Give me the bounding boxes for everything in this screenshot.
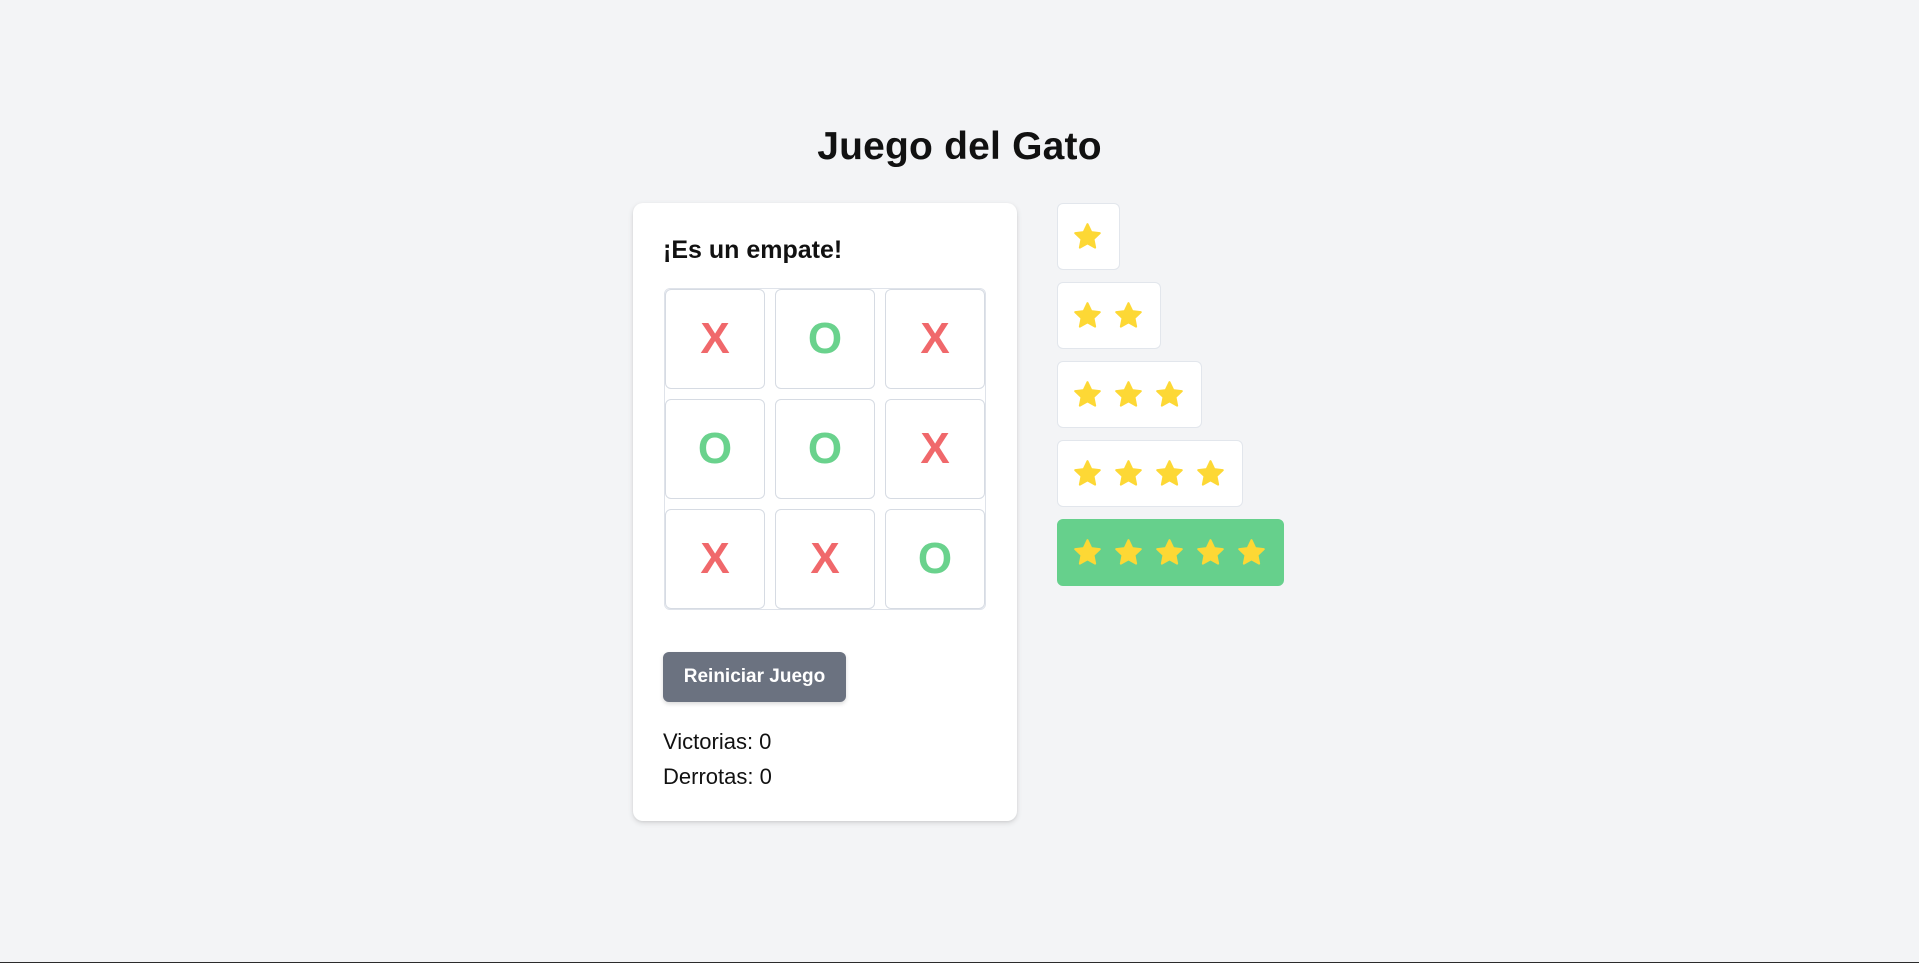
- board-cell-7[interactable]: X: [665, 509, 765, 609]
- star-icon: [1115, 460, 1142, 486]
- star-icon: [1074, 460, 1101, 486]
- star-icon: [1156, 460, 1183, 486]
- wins-counter: Victorias: 0: [663, 729, 772, 754]
- star-icon: [1074, 223, 1101, 249]
- game-status: ¡Es un empate!: [663, 236, 843, 264]
- board-cell-4[interactable]: O: [665, 399, 765, 499]
- rating-option-3-stars[interactable]: [1057, 361, 1202, 428]
- game-board: X O X O O X X X O: [664, 288, 986, 610]
- star-icon: [1197, 539, 1224, 565]
- star-icon: [1074, 539, 1101, 565]
- rating-option-2-stars[interactable]: [1057, 282, 1161, 349]
- game-card: ¡Es un empate! X O X O O X X X O Reinici…: [633, 203, 1017, 821]
- rating-option-4-stars[interactable]: [1057, 440, 1243, 507]
- star-icon: [1197, 460, 1224, 486]
- board-cell-3[interactable]: X: [885, 289, 985, 389]
- rating-option-5-stars[interactable]: [1057, 519, 1284, 586]
- board-cell-1[interactable]: X: [665, 289, 765, 389]
- star-icon: [1238, 539, 1265, 565]
- board-cell-2[interactable]: O: [775, 289, 875, 389]
- star-icon: [1115, 381, 1142, 407]
- losses-counter: Derrotas: 0: [663, 764, 772, 789]
- board-cell-8[interactable]: X: [775, 509, 875, 609]
- star-icon: [1115, 302, 1142, 328]
- star-icon: [1156, 381, 1183, 407]
- board-cell-5[interactable]: O: [775, 399, 875, 499]
- reset-game-button[interactable]: Reiniciar Juego: [663, 652, 846, 702]
- page-title: Juego del Gato: [817, 125, 1102, 168]
- star-icon: [1115, 539, 1142, 565]
- rating-option-1-stars[interactable]: [1057, 203, 1120, 270]
- star-icon: [1074, 302, 1101, 328]
- board-cell-9[interactable]: O: [885, 509, 985, 609]
- star-icon: [1074, 381, 1101, 407]
- board-cell-6[interactable]: X: [885, 399, 985, 499]
- star-icon: [1156, 539, 1183, 565]
